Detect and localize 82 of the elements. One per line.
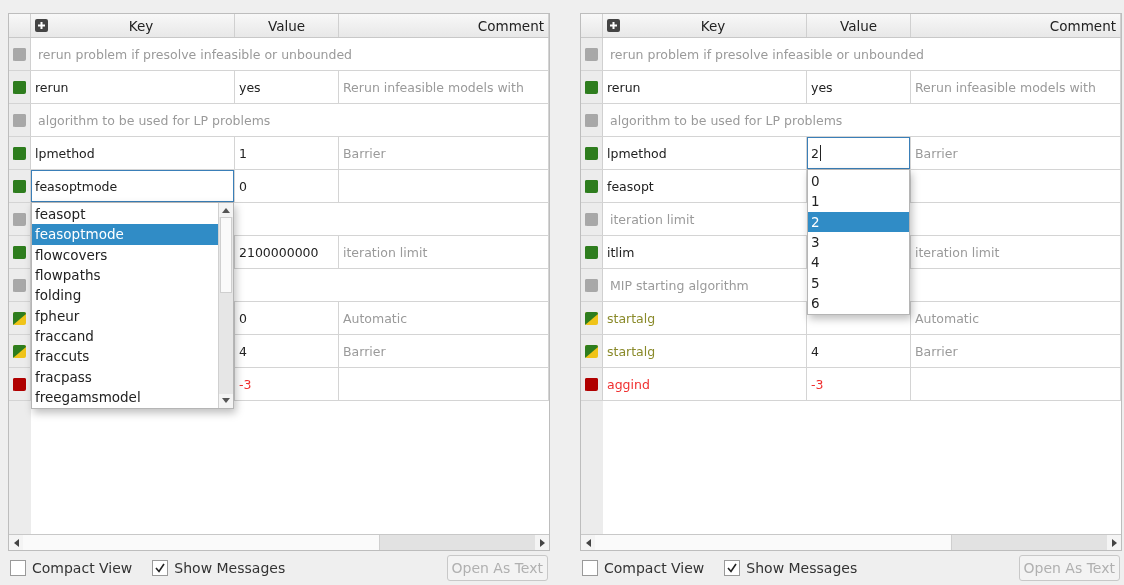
- down-arrow-icon[interactable]: [222, 398, 230, 404]
- column-header[interactable]: Comment: [915, 17, 1116, 34]
- edit-field[interactable]: 2: [807, 137, 910, 169]
- dropdown-item[interactable]: flowpaths: [32, 264, 218, 286]
- edit-field[interactable]: feasoptmode: [31, 170, 234, 202]
- key-cell: startalg: [607, 343, 656, 359]
- key-cell: startalg: [607, 310, 656, 326]
- add-icon[interactable]: [607, 19, 620, 32]
- dropdown-item[interactable]: fraccand: [32, 325, 218, 347]
- value-cell: 2100000000: [239, 244, 319, 260]
- comment-cell: iteration limit: [915, 244, 1000, 260]
- key-cell: aggind: [607, 376, 650, 392]
- value-cell: 4: [811, 343, 819, 359]
- dropdown-item[interactable]: flowcovers: [32, 244, 218, 265]
- value-cell: 4: [239, 343, 247, 359]
- right-arrow-icon[interactable]: [539, 538, 545, 547]
- dropdown-item[interactable]: 3: [808, 231, 909, 253]
- horizontal-scrollbar[interactable]: [9, 534, 549, 550]
- dropdown-item[interactable]: fraccuts: [32, 346, 218, 367]
- value-cell: yes: [811, 79, 833, 95]
- checkbox[interactable]: [582, 560, 598, 576]
- add-icon[interactable]: [35, 19, 48, 32]
- dropdown-item[interactable]: feasoptmode: [32, 224, 218, 245]
- checkbox[interactable]: [10, 560, 26, 576]
- check-icon: [727, 563, 738, 573]
- value-cell: 1: [239, 145, 247, 161]
- comment-cell: Barrier: [343, 145, 386, 161]
- key-cell: rerun: [35, 79, 69, 95]
- comment-cell: Rerun infeasible models with: [915, 79, 1096, 95]
- dropdown-item[interactable]: feasopt: [32, 204, 218, 225]
- checkbox[interactable]: [724, 560, 741, 576]
- key-cell: rerun: [607, 79, 641, 95]
- checkbox-label: Show Messages: [174, 560, 286, 576]
- value-cell: 0: [239, 310, 247, 326]
- comment-row-text: rerun problem if presolve infeasible or unbounded: [37, 46, 353, 62]
- scrollbar[interactable]: [218, 203, 233, 408]
- checkbox[interactable]: [152, 560, 169, 576]
- check-icon: [155, 563, 166, 573]
- dropdown-item[interactable]: freegamsmodel: [32, 386, 218, 407]
- comment-cell: Barrier: [343, 343, 386, 359]
- column-header[interactable]: Key: [52, 17, 230, 34]
- dropdown-item[interactable]: 1: [808, 191, 909, 212]
- comment-row-text: rerun problem if presolve infeasible or unbounded: [609, 46, 925, 62]
- comment-cell: iteration limit: [343, 244, 428, 260]
- column-header[interactable]: Key: [624, 17, 802, 34]
- comment-row-text: algorithm to be used for LP problems: [609, 112, 843, 128]
- horizontal-scrollbar[interactable]: [581, 534, 1121, 550]
- comment-cell: Barrier: [915, 145, 958, 161]
- dropdown-item[interactable]: 2: [808, 211, 909, 232]
- comment-row-text: iteration limit: [609, 211, 695, 227]
- left-arrow-icon[interactable]: [13, 538, 19, 547]
- comment-cell: Rerun infeasible models with: [343, 79, 524, 95]
- right-arrow-icon[interactable]: [1111, 538, 1117, 547]
- comment-cell: Barrier: [915, 343, 958, 359]
- dropdown-item[interactable]: 6: [808, 292, 909, 314]
- key-cell: itlim: [607, 244, 635, 260]
- dropdown-item[interactable]: fpheur: [32, 305, 218, 326]
- dropdown-item[interactable]: 0: [808, 171, 909, 192]
- comment-row-text: algorithm to be used for LP problems: [37, 112, 271, 128]
- key-cell: lpmethod: [607, 145, 667, 161]
- comment-cell: Automatic: [343, 310, 408, 326]
- dropdown-item[interactable]: fracpass: [32, 366, 218, 387]
- value-cell: -3: [239, 376, 252, 392]
- up-arrow-icon[interactable]: [222, 207, 230, 213]
- column-header[interactable]: Value: [239, 17, 334, 34]
- checkbox-label: Compact View: [32, 560, 133, 576]
- comment-cell: Automatic: [915, 310, 980, 326]
- checkbox-label: Compact View: [604, 560, 705, 576]
- key-cell: feasopt: [607, 178, 654, 194]
- column-header[interactable]: Comment: [343, 17, 544, 34]
- left-arrow-icon[interactable]: [585, 538, 591, 547]
- dropdown-item[interactable]: 4: [808, 252, 909, 273]
- value-cell: -3: [811, 376, 824, 392]
- text-cursor: [819, 145, 821, 161]
- value-cell: yes: [239, 79, 261, 95]
- column-header[interactable]: Value: [811, 17, 906, 34]
- comment-row-text: MIP starting algorithm: [609, 277, 749, 293]
- value-cell: 0: [239, 178, 247, 194]
- dropdown-item[interactable]: 5: [808, 272, 909, 293]
- key-cell: lpmethod: [35, 145, 95, 161]
- checkbox-label: Show Messages: [746, 560, 858, 576]
- dropdown-item[interactable]: folding: [32, 285, 218, 306]
